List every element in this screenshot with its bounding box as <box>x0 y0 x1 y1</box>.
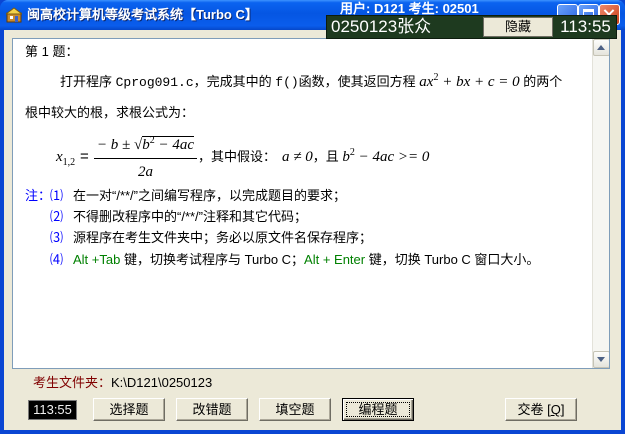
question-intro: 打开程序 Cprog091.c，完成其中的 f()函数，使其返回方程 ax2 +… <box>60 72 562 94</box>
tab-multiple-choice-button[interactable]: 选择题 <box>93 398 165 421</box>
window-frame: 闽高校计算机等级考试系统【Turbo C】 用户: D121 考生: 02501… <box>0 0 625 434</box>
discriminant-exponent: 2 <box>349 147 355 158</box>
question-heading: 第 1 题： <box>25 44 79 59</box>
condition-a-nonzero: a ≠ 0 <box>282 149 313 165</box>
scroll-down-icon <box>597 357 605 362</box>
numerator-prefix: − b ± <box>96 137 135 153</box>
radicand-rest: − 4ac <box>154 137 195 153</box>
equation-rest: + bx + c = 0 <box>438 74 520 90</box>
submit-accelerator-key: Q <box>550 402 561 417</box>
tab-fill-blank-button[interactable]: 填空题 <box>259 398 331 421</box>
note-number-1: ⑴ <box>50 188 64 203</box>
note-text-4: Alt +Tab 键，切换考试程序与 Turbo C；Alt + Enter 键… <box>73 252 539 268</box>
note-number-2: ⑵ <box>50 209 64 224</box>
discriminant-rest: − 4ac >= 0 <box>354 149 430 165</box>
submit-label-prefix: 交卷 [ <box>517 402 551 417</box>
condition-discriminant: b2 − 4ac >= 0 <box>342 147 430 165</box>
note-number-4: ⑷ <box>50 252 64 267</box>
condition-join: ，且 <box>312 149 343 164</box>
formula-subscript: 1,2 <box>62 157 76 168</box>
fraction-bar <box>94 158 197 159</box>
note-text-4-part-2: 键，切换 Turbo C 窗口大小。 <box>365 252 540 267</box>
intro-text-3: 函数，使其返回方程 <box>298 74 420 89</box>
equation-exponent: 2 <box>433 72 439 83</box>
tab-correction-button[interactable]: 改错题 <box>176 398 248 421</box>
question-panel[interactable]: 第 1 题： 打开程序 Cprog091.c，完成其中的 f()函数，使其返回方… <box>12 38 610 369</box>
note-text-3: 源程序在考生文件夹中；务必以原文件名保存程序； <box>73 230 373 245</box>
intro-text-1: 打开程序 <box>60 74 116 89</box>
equation-lead: ax <box>419 74 434 90</box>
tab-label: 选择题 <box>109 402 149 417</box>
formula-variable: x1,2 <box>56 146 75 170</box>
condition-lead: ，其中假设： <box>198 149 277 164</box>
submit-label-suffix: ] <box>560 402 565 417</box>
folder-label: 考生文件夹： <box>33 375 112 390</box>
question-line-2: 根中较大的根，求根公式为： <box>25 105 195 120</box>
tab-label: 改错题 <box>192 402 232 417</box>
formula-x: x <box>56 149 63 165</box>
hide-button[interactable]: 隐藏 <box>483 17 553 37</box>
focus-rect <box>346 402 410 417</box>
hotkey-alt-tab: Alt +Tab <box>73 252 121 267</box>
submit-exam-button[interactable]: 交卷 [Q] <box>505 398 577 421</box>
formula-numerator: − b ± √b2 − 4ac <box>93 134 198 158</box>
quadratic-equation: ax2 + bx + c = 0 <box>419 72 520 90</box>
formula-equals: = <box>80 148 89 165</box>
folder-path: K:\D121\0250123 <box>111 375 213 390</box>
overlay-timer: 113:55 <box>560 17 611 36</box>
note-text-2: 不得删改程序中的“/**/”注释和其它代码； <box>73 209 308 224</box>
program-file-name: Cprog091.c <box>115 75 194 90</box>
scroll-up-button[interactable] <box>593 39 609 56</box>
vertical-scrollbar[interactable] <box>592 39 609 368</box>
window-title: 闽高校计算机等级考试系统【Turbo C】 <box>27 7 258 22</box>
intro-text-2: ，完成其中的 <box>193 74 276 89</box>
radicand: b2 − 4ac <box>142 135 195 153</box>
formula-denominator: 2a <box>138 164 153 180</box>
scroll-up-icon <box>597 45 605 50</box>
hotkey-alt-enter: Alt + Enter <box>304 252 366 267</box>
tab-programming-button[interactable]: 编程题 <box>342 398 414 421</box>
radicand-base: b <box>142 137 150 153</box>
note-text-4-part-1: 键，切换考试程序与 Turbo C； <box>120 252 305 267</box>
discriminant-base: b <box>342 149 350 165</box>
tab-label: 填空题 <box>275 402 315 417</box>
intro-text-4: 的两个 <box>519 74 563 89</box>
note-label: 注： <box>25 188 52 203</box>
note-number-3: ⑶ <box>50 230 64 245</box>
note-text-1: 在一对“/**/”之间编写程序，以完成题目的要求； <box>73 188 347 203</box>
scroll-down-button[interactable] <box>593 351 609 368</box>
candidate-folder: 考生文件夹：K:\D121\0250123 <box>33 375 212 391</box>
function-name: f() <box>275 75 299 90</box>
radicand-exponent: 2 <box>149 135 155 146</box>
candidate-id-name: 0250123张众 <box>331 17 432 36</box>
countdown-timer: 113:55 <box>28 400 77 420</box>
formula-conditions: ，其中假设： a ≠ 0，且 b2 − 4ac >= 0 <box>198 146 429 170</box>
formula-fraction: − b ± √b2 − 4ac 2a <box>93 134 198 184</box>
candidate-overlay-bar[interactable]: 0250123张众 隐藏 113:55 <box>326 15 617 39</box>
client-area: 第 1 题： 打开程序 Cprog091.c，完成其中的 f()函数，使其返回方… <box>4 30 621 430</box>
exam-app-icon <box>6 7 22 23</box>
